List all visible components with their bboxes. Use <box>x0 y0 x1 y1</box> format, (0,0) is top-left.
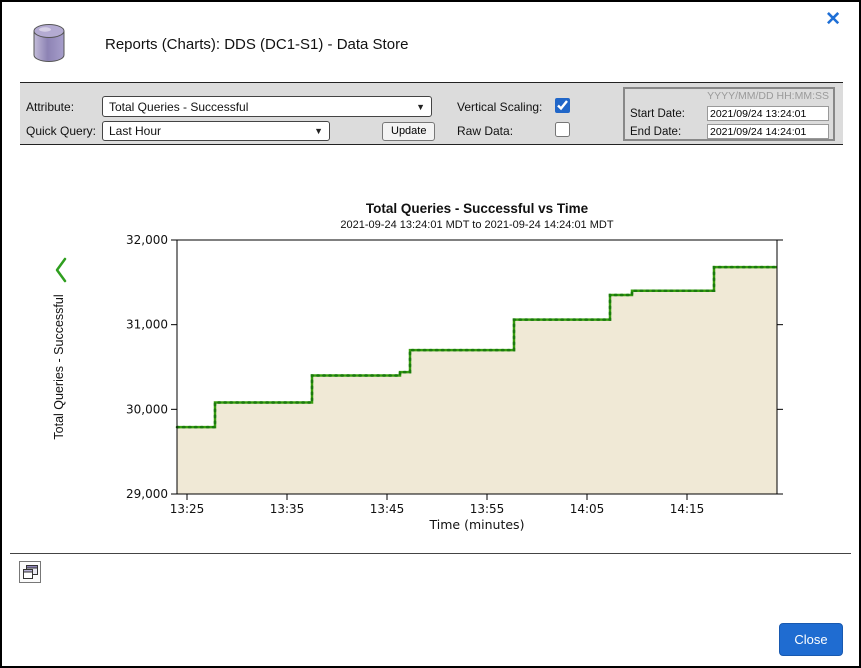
chart-title: Total Queries - Successful vs Time <box>177 201 777 216</box>
dialog-title: Reports (Charts): DDS (DC1-S1) - Data St… <box>105 36 408 53</box>
attribute-select[interactable]: Total Queries - Successful ▼ <box>102 96 432 117</box>
end-date-input[interactable] <box>707 124 829 139</box>
reports-charts-dialog: Reports (Charts): DDS (DC1-S1) - Data St… <box>0 0 861 668</box>
y-axis-label: Total Queries - Successful <box>52 294 66 439</box>
raw-data-label: Raw Data: <box>457 124 513 138</box>
svg-text:31,000: 31,000 <box>126 318 168 332</box>
svg-text:14:15: 14:15 <box>670 502 705 516</box>
start-date-label: Start Date: <box>630 108 685 120</box>
svg-text:32,000: 32,000 <box>126 233 168 247</box>
printable-view-icon[interactable] <box>19 561 41 583</box>
attribute-label: Attribute: <box>26 100 74 114</box>
x-ticks: 13:25 13:35 13:45 13:55 14:05 14:15 <box>170 494 705 516</box>
end-date-label: End Date: <box>630 126 681 138</box>
footer-divider <box>10 553 851 554</box>
svg-text:29,000: 29,000 <box>126 487 168 501</box>
chart-subtitle: 2021-09-24 13:24:01 MDT to 2021-09-24 14… <box>177 219 777 231</box>
attribute-select-value: Total Queries - Successful <box>109 100 248 114</box>
update-button[interactable]: Update <box>382 122 435 141</box>
svg-text:30,000: 30,000 <box>126 402 168 416</box>
quick-query-label: Quick Query: <box>26 124 96 138</box>
start-date-input[interactable] <box>707 106 829 121</box>
data-store-cylinder-icon <box>30 22 68 69</box>
svg-text:13:55: 13:55 <box>470 502 505 516</box>
quick-query-select[interactable]: Last Hour ▼ <box>102 121 330 141</box>
x-axis-label: Time (minutes) <box>429 517 525 532</box>
vertical-scaling-label: Vertical Scaling: <box>457 100 542 114</box>
vertical-scaling-checkbox[interactable] <box>555 98 570 113</box>
close-icon[interactable]: ✕ <box>821 6 845 33</box>
raw-data-checkbox[interactable] <box>555 122 570 137</box>
controls-bar: Attribute: Total Queries - Successful ▼ … <box>20 82 843 145</box>
svg-text:13:45: 13:45 <box>370 502 405 516</box>
quick-query-select-value: Last Hour <box>109 124 161 138</box>
chevron-down-icon: ▼ <box>314 126 323 136</box>
close-button[interactable]: Close <box>779 623 843 656</box>
chevron-down-icon: ▼ <box>416 102 425 112</box>
chart-svg: 29,000 30,000 31,000 32,000 13:25 13:35 13:45… <box>107 232 807 532</box>
date-range-box: YYYY/MM/DD HH:MM:SS Start Date: End Date… <box>623 87 835 141</box>
svg-text:14:05: 14:05 <box>570 502 605 516</box>
svg-text:13:35: 13:35 <box>270 502 305 516</box>
svg-text:13:25: 13:25 <box>170 502 205 516</box>
date-format-hint: YYYY/MM/DD HH:MM:SS <box>707 90 829 102</box>
collapse-yaxis-icon[interactable] <box>54 257 68 288</box>
